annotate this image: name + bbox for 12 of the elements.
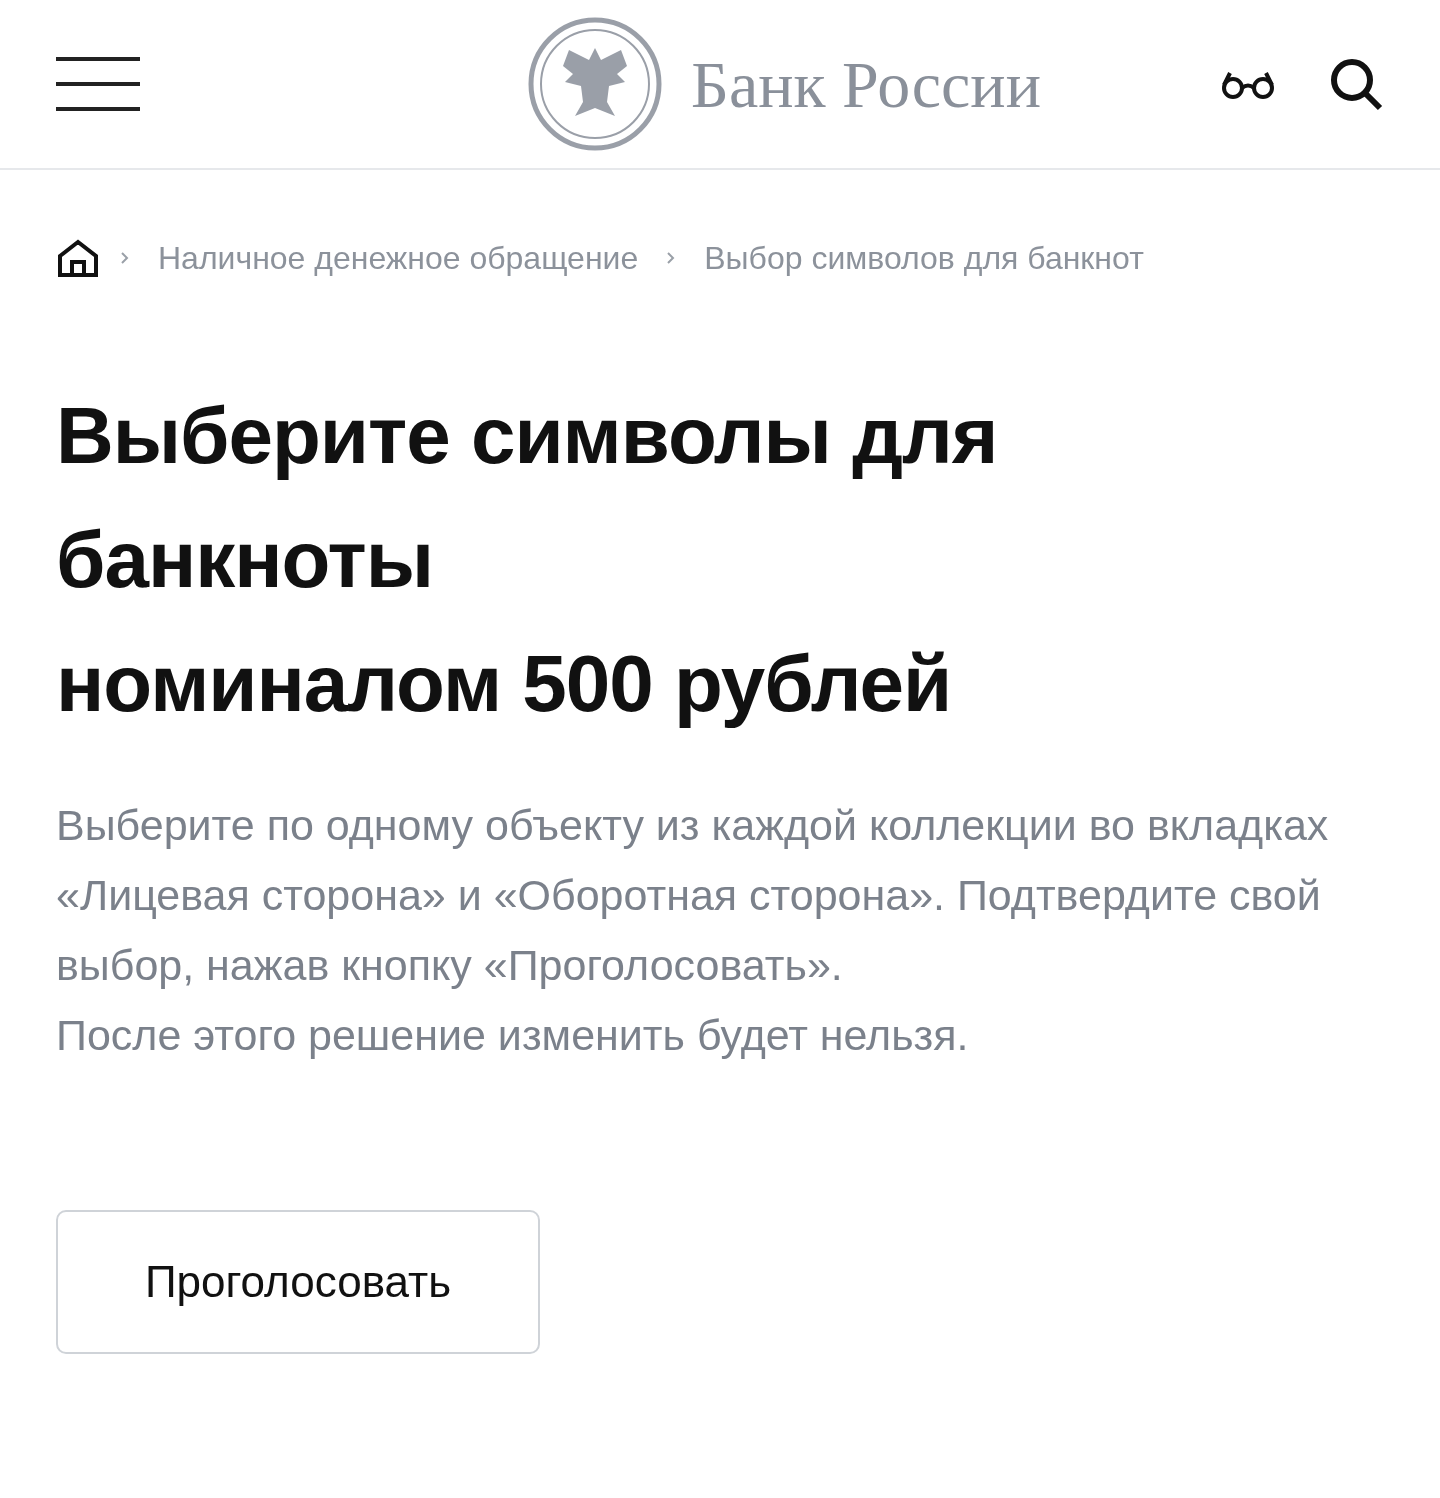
- chevron-icon: [120, 251, 130, 265]
- instruction-text: После этого решение изменить будет нельзя.: [56, 1010, 970, 1061]
- breadcrumb-link[interactable]: Выбор символов для банкнот: [704, 234, 1144, 282]
- menu-button[interactable]: [56, 57, 140, 111]
- vote-button[interactable]: Проголосовать: [56, 1210, 540, 1354]
- chevron-icon: [666, 251, 677, 265]
- instruction-text: Выберите по одному объекту из каждой коллекции во вкладках «Лицевая сторона» и «Оборотная сторона». Подтвердите свой выбор, нажав кнопку «Проголосовать».: [56, 800, 1330, 991]
- page-heading: Выберите символы для банкноты номиналом 500 рублей: [55, 390, 999, 730]
- logo-text[interactable]: Банк России: [691, 34, 1041, 134]
- search-icon[interactable]: [1328, 56, 1384, 112]
- breadcrumb-link[interactable]: Наличное денежное обращение: [158, 234, 639, 282]
- home-icon[interactable]: [56, 238, 100, 278]
